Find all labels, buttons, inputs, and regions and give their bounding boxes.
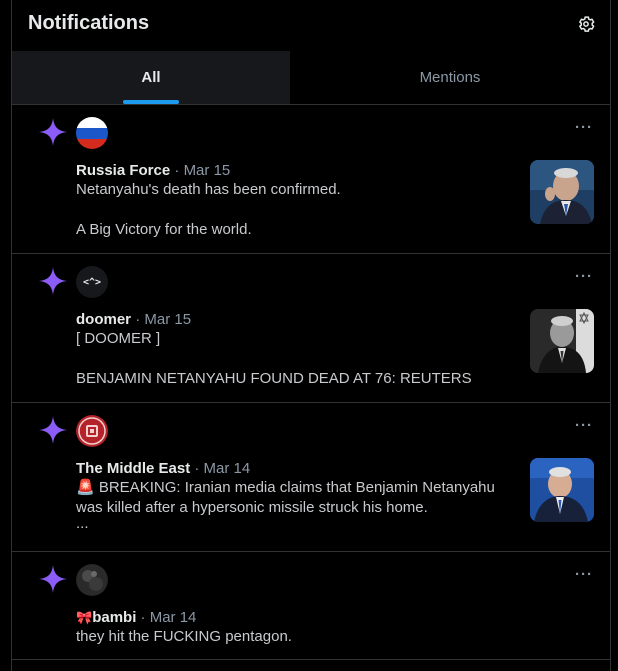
more-options-button[interactable]: ··· [575, 566, 593, 583]
notification-meta: Russia Force · Mar 15 [76, 162, 230, 179]
avatar-red-emblem[interactable] [76, 415, 108, 447]
post-text-line: [ DOOMER ] [76, 330, 161, 347]
post-date[interactable]: Mar 15 [144, 311, 191, 328]
author-name[interactable]: The Middle East [76, 460, 190, 477]
notification-item[interactable]: ··· Russia Force · Mar 15 Netanyahu's de… [12, 105, 610, 254]
more-options-button[interactable]: ··· [575, 119, 593, 136]
gear-icon[interactable] [576, 14, 596, 34]
sparkle-star-icon [39, 416, 67, 444]
post-date[interactable]: Mar 14 [204, 460, 251, 477]
tab-all[interactable]: All [12, 51, 290, 104]
post-text-line: Netanyahu's death has been confirmed. [76, 181, 341, 198]
post-text-line: they hit the FUCKING pentagon. [76, 628, 292, 645]
notification-item[interactable]: <^> ··· doomer · Mar 15 [ DOOMER ] BENJA… [12, 254, 610, 403]
separator: · [140, 609, 146, 626]
post-text-line: A Big Victory for the world. [76, 221, 252, 238]
separator: · [174, 162, 180, 179]
post-text-line: 🚨 BREAKING: Iranian media claims that Be… [76, 479, 495, 496]
notification-item[interactable]: ··· The Middle East · Mar 14 🚨 BREAKING:… [12, 403, 610, 552]
post-text-line [76, 349, 516, 369]
separator: · [135, 311, 141, 328]
bow-emoji: 🎀 [76, 610, 93, 625]
notification-meta: 🎀bambi · Mar 14 [76, 609, 196, 626]
notification-tabs: All Mentions [12, 51, 610, 105]
post-text: Netanyahu's death has been confirmed. A … [76, 180, 516, 240]
author-name[interactable]: doomer [76, 311, 131, 328]
avatar-dark-photo[interactable] [76, 564, 108, 596]
page-title: Notifications [28, 12, 150, 34]
author-name[interactable]: bambi [92, 609, 136, 626]
notifications-panel: Notifications All Mentions ··· Russia Fo… [11, 0, 611, 671]
tab-mentions[interactable]: Mentions [290, 51, 610, 104]
tab-all-label: All [141, 69, 161, 86]
sparkle-star-icon [39, 118, 67, 146]
active-tab-indicator [123, 100, 179, 104]
separator: · [194, 460, 200, 477]
post-thumbnail[interactable] [530, 458, 594, 522]
sparkle-star-icon [39, 565, 67, 593]
post-text: [ DOOMER ] BENJAMIN NETANYAHU FOUND DEAD… [76, 329, 516, 389]
author-name[interactable]: Russia Force [76, 162, 170, 179]
notification-meta: doomer · Mar 15 [76, 311, 191, 328]
post-text-line [76, 200, 516, 220]
more-options-button[interactable]: ··· [575, 268, 593, 285]
post-date[interactable]: Mar 15 [184, 162, 231, 179]
post-text-line: was killed after a hypersonic missile st… [76, 499, 428, 516]
more-options-button[interactable]: ··· [575, 417, 593, 434]
tab-mentions-label: Mentions [419, 69, 481, 86]
sparkle-star-icon [39, 267, 67, 295]
avatar-glyph: <^> [82, 276, 102, 288]
post-text-line: BENJAMIN NETANYAHU FOUND DEAD AT 76: REU… [76, 370, 472, 387]
notification-item[interactable]: ··· 🎀bambi · Mar 14 they hit the FUCKING… [12, 552, 610, 660]
post-thumbnail[interactable] [530, 309, 594, 373]
notification-meta: The Middle East · Mar 14 [76, 460, 250, 477]
post-date[interactable]: Mar 14 [150, 609, 197, 626]
post-text: they hit the FUCKING pentagon. [76, 627, 516, 647]
avatar-code-brackets[interactable]: <^> [76, 266, 108, 298]
avatar-russia-flag[interactable] [76, 117, 108, 149]
post-text: 🚨 BREAKING: Iranian media claims that Be… [76, 478, 516, 532]
post-text-line: ... [76, 515, 89, 532]
post-thumbnail[interactable] [530, 160, 594, 224]
